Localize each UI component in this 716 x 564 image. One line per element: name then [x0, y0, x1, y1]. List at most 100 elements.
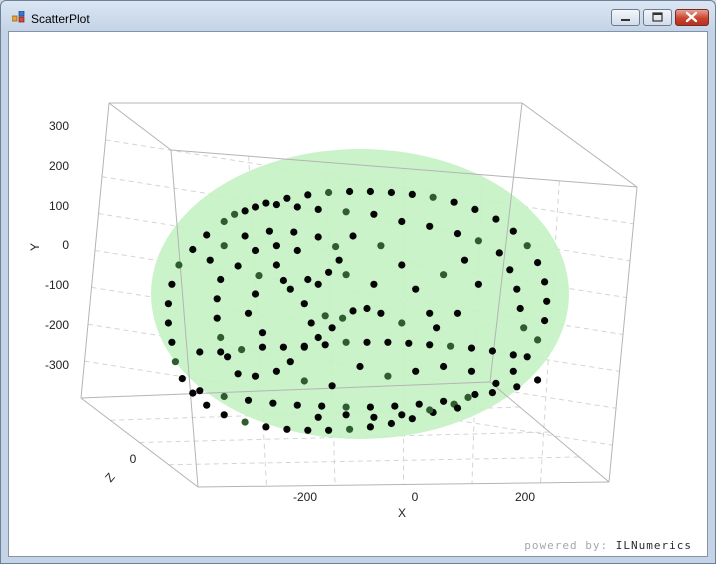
scatter-point: [426, 222, 434, 230]
scatter-point: [398, 319, 406, 327]
window-title: ScatterPlot: [31, 12, 90, 26]
scatter-point: [363, 304, 371, 313]
scatter-point: [251, 290, 260, 298]
y-tick-label: 200: [49, 159, 69, 173]
scatter-point: [321, 312, 329, 320]
brand-name: ILNumerics: [615, 539, 692, 552]
scatter-point: [509, 367, 517, 375]
scatter-point: [286, 358, 294, 366]
scatter-point: [168, 280, 176, 288]
close-button[interactable]: [675, 9, 709, 26]
y-tick-label: -200: [45, 318, 69, 332]
scatter-point: [506, 266, 514, 274]
scatter-point: [258, 329, 267, 337]
app-icon: [12, 11, 25, 23]
scatter-point: [286, 285, 294, 293]
scatter-point: [412, 367, 420, 375]
minimize-button[interactable]: [611, 9, 640, 26]
maximize-button[interactable]: [643, 9, 672, 26]
scatter-point: [408, 190, 416, 198]
scatter-point: [293, 246, 301, 255]
scatter-point: [325, 188, 333, 197]
scatter-point: [509, 351, 517, 359]
box-edge: [80, 397, 199, 488]
scatter-point: [488, 389, 496, 397]
scatter-point: [314, 280, 322, 288]
scatter-point: [241, 232, 249, 240]
scatter-point: [541, 278, 549, 286]
scatter-point: [307, 319, 315, 327]
scatter-point: [241, 418, 249, 426]
y-axis-ticks: 300 200 100 0 -100 -200 -300: [45, 119, 69, 372]
scatter-point: [346, 187, 354, 196]
scatter-point: [314, 333, 322, 342]
scatter-point: [189, 245, 197, 254]
scatter-point: [370, 413, 378, 421]
scatter-point: [251, 203, 260, 211]
scatter-point: [447, 342, 455, 350]
scatter-point: [398, 261, 406, 269]
minimize-icon: [621, 19, 630, 21]
scatter-point: [300, 343, 308, 351]
scatter-point: [408, 415, 416, 423]
y-tick-label: 300: [49, 119, 69, 133]
scatter-point: [255, 272, 263, 280]
scatter-point: [217, 333, 225, 342]
scatter-point: [513, 285, 521, 293]
scatter-point: [520, 324, 528, 332]
scatter-point: [164, 300, 172, 308]
scatter-point: [534, 376, 542, 384]
scatter-point: [283, 425, 291, 433]
x-tick-label: 0: [412, 490, 419, 504]
z-axis-ticks: 0: [130, 452, 137, 466]
grid-line: [168, 456, 580, 466]
y-axis-label: Y: [28, 243, 42, 251]
scatter-point: [325, 426, 333, 434]
scatter-point: [332, 243, 340, 251]
scatter-point: [467, 344, 476, 352]
scatter-point: [534, 336, 542, 344]
scatter-point: [460, 256, 469, 264]
scatter-point: [265, 227, 273, 235]
scatter-point: [342, 403, 350, 411]
x-axis-label: X: [398, 506, 406, 520]
app-window: ScatterPlot 300 200 100 0 -100 -200 -300: [0, 0, 716, 564]
scatter-point: [433, 324, 441, 332]
scatter-point: [272, 261, 280, 269]
scatter-point: [251, 246, 260, 255]
scatter-point: [178, 375, 186, 383]
scatter-point: [234, 262, 242, 270]
scatter-point: [304, 191, 312, 199]
scatter-point: [234, 370, 242, 378]
scatter-point: [213, 295, 221, 303]
scatter-point: [349, 232, 357, 240]
scatter-point: [342, 338, 350, 346]
scatter-point: [314, 233, 322, 241]
scatter-point: [363, 338, 371, 346]
scatter-point: [471, 205, 479, 213]
scatter-point: [325, 268, 333, 276]
scatter-point: [196, 387, 204, 395]
scatter-point: [293, 203, 301, 211]
scatter-point: [488, 347, 496, 355]
scatter-point: [342, 411, 350, 419]
powered-by-badge: powered by: ILNumerics: [524, 539, 692, 552]
scatter-point: [440, 397, 448, 405]
scatter-point: [283, 194, 291, 202]
scatter-point: [377, 242, 385, 250]
scatter-point: [220, 392, 228, 401]
scatter-plot-3d[interactable]: 300 200 100 0 -100 -200 -300 -200 0 200 0 X Y Z: [9, 32, 707, 556]
scatter-point: [349, 307, 357, 315]
scatter-point: [189, 389, 197, 397]
scatter-point: [440, 362, 448, 371]
scatter-point: [342, 208, 350, 216]
y-tick-label: 0: [62, 238, 69, 252]
plot-panel[interactable]: 300 200 100 0 -100 -200 -300 -200 0 200 0 X Y Z …: [8, 31, 708, 557]
title-bar[interactable]: ScatterPlot: [1, 1, 715, 31]
scatter-point: [213, 314, 221, 322]
scatter-point: [412, 285, 420, 293]
scatter-point: [464, 393, 472, 401]
scatter-point: [300, 377, 308, 385]
scatter-point: [279, 343, 287, 351]
scatter-point: [175, 261, 183, 269]
